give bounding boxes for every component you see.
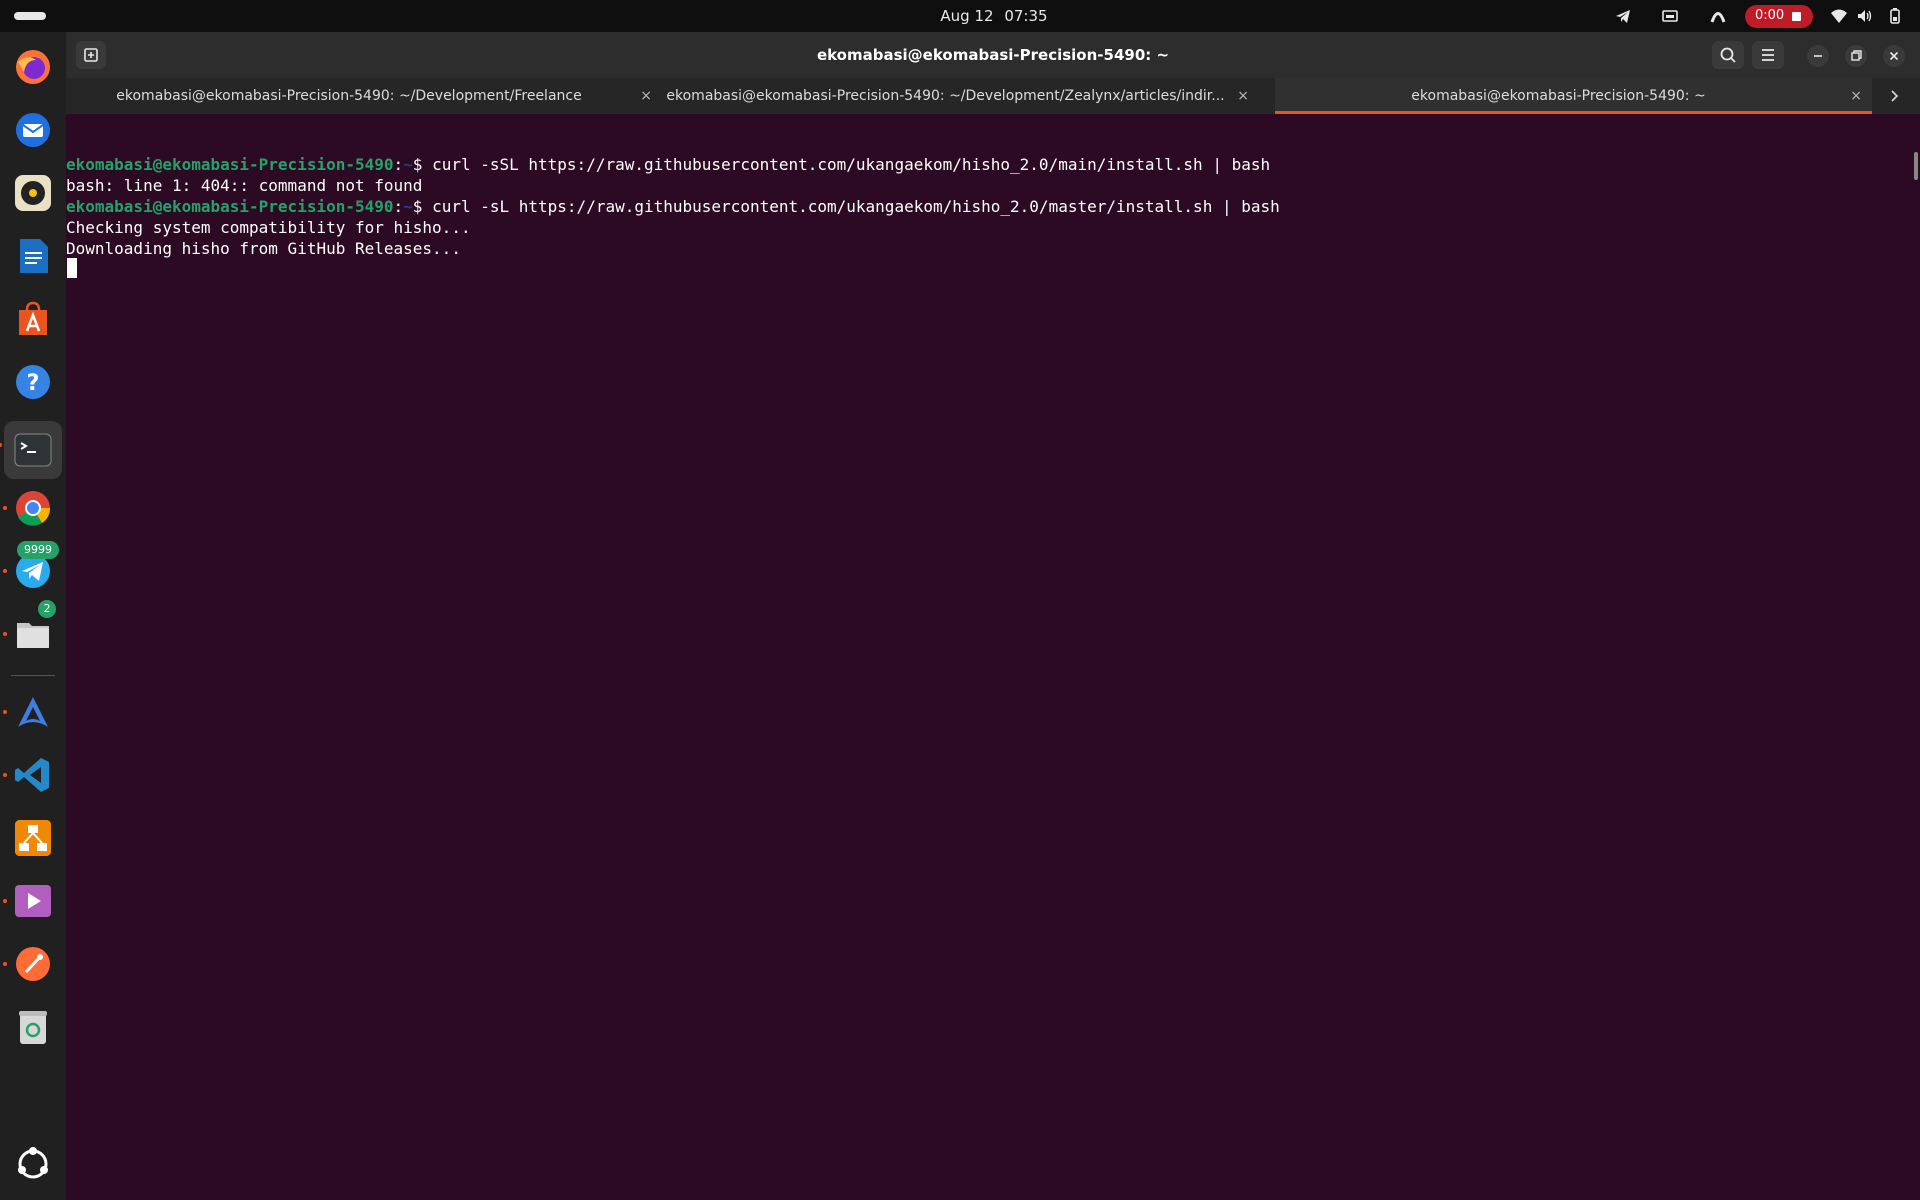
tab-zealynx[interactable]: ekomabasi@ekomabasi-Precision-5490: ~/De… xyxy=(662,78,1259,114)
help-icon: ? xyxy=(16,365,50,399)
menu-button[interactable] xyxy=(1752,41,1784,69)
rhythmbox-icon xyxy=(15,175,51,211)
dock-item-writer[interactable] xyxy=(9,232,57,280)
stop-icon xyxy=(1792,12,1801,21)
close-icon xyxy=(1889,51,1899,61)
running-indicator xyxy=(3,962,7,966)
dock-item-rhythmbox[interactable] xyxy=(9,169,57,217)
terminal-cursor xyxy=(67,258,77,278)
restore-icon xyxy=(1851,50,1862,61)
dock-item-vscode[interactable] xyxy=(3,751,57,799)
minimize-button[interactable] xyxy=(1807,45,1829,67)
trash-icon xyxy=(19,1011,47,1044)
wifi-icon[interactable] xyxy=(1830,7,1848,25)
clock[interactable]: Aug 12 07:35 xyxy=(0,0,1920,32)
media-player-icon xyxy=(15,885,51,917)
top-bar: Aug 12 07:35 0:00 xyxy=(0,0,1920,32)
screen-icon[interactable] xyxy=(1661,7,1679,25)
volume-icon[interactable] xyxy=(1856,7,1874,25)
tab-overflow-button[interactable] xyxy=(1884,87,1904,105)
dock-item-thunderbird[interactable] xyxy=(9,106,57,154)
dock-item-trash[interactable] xyxy=(9,1003,57,1051)
dock-separator xyxy=(11,675,55,676)
search-icon xyxy=(1720,47,1736,63)
running-indicator xyxy=(3,710,7,714)
dock-item-diagram-app[interactable] xyxy=(9,814,57,862)
diagram-app-icon xyxy=(15,820,51,856)
tab-label: ekomabasi@ekomabasi-Precision-5490: ~ xyxy=(1411,88,1706,104)
dock-item-terminal[interactable] xyxy=(0,421,62,479)
running-indicator xyxy=(3,899,7,903)
screen-recording-indicator[interactable]: 0:00 xyxy=(1745,5,1813,28)
running-indicator xyxy=(3,773,7,777)
tab-home[interactable]: ekomabasi@ekomabasi-Precision-5490: ~ × xyxy=(1275,78,1872,114)
terminal-output[interactable]: ekomabasi@ekomabasi-Precision-5490:~$ cu… xyxy=(66,114,1920,1200)
tab-close-icon[interactable]: × xyxy=(1850,78,1862,114)
chrome-icon xyxy=(16,491,51,526)
dock-item-app-center[interactable] xyxy=(9,295,57,343)
terminal-line: Checking system compatibility for hisho.… xyxy=(66,218,471,237)
dock-item-show-apps[interactable] xyxy=(9,1140,57,1188)
window-title: ekomabasi@ekomabasi-Precision-5490: ~ xyxy=(816,46,1170,64)
terminal-window: ekomabasi@ekomabasi-Precision-5490: ~ ek… xyxy=(66,32,1920,1200)
dock-item-telegram[interactable]: 9999 xyxy=(3,541,59,595)
recording-time: 0:00 xyxy=(1755,8,1785,23)
writer-icon xyxy=(20,239,48,273)
scrollbar[interactable] xyxy=(1914,152,1918,180)
hamburger-menu-icon xyxy=(1762,49,1774,61)
app-center-icon xyxy=(19,301,47,335)
dock-item-postman[interactable] xyxy=(3,940,57,988)
tab-close-icon[interactable]: × xyxy=(640,78,652,114)
terminal-line: bash: line 1: 404:: command not found xyxy=(66,176,423,195)
tab-bar: ekomabasi@ekomabasi-Precision-5490: ~/De… xyxy=(66,78,1920,114)
firefox-icon xyxy=(16,50,50,84)
search-button[interactable] xyxy=(1712,41,1744,69)
dock-item-files[interactable]: 2 xyxy=(3,600,57,658)
thunderbird-icon xyxy=(16,113,50,147)
dock-item-media-player[interactable] xyxy=(3,877,57,925)
running-indicator xyxy=(0,443,2,447)
restore-button[interactable] xyxy=(1845,45,1867,67)
tab-label: ekomabasi@ekomabasi-Precision-5490: ~/De… xyxy=(666,88,1225,104)
tab-close-icon[interactable]: × xyxy=(1237,78,1249,114)
arch-like-app-icon xyxy=(18,697,48,727)
running-indicator xyxy=(3,506,7,510)
telegram-badge: 9999 xyxy=(17,541,59,559)
dock: ? 9999 2 xyxy=(0,32,66,1200)
dock-item-help[interactable]: ? xyxy=(9,358,57,406)
svg-text:?: ? xyxy=(27,371,40,396)
clock-date: Aug 12 xyxy=(940,7,994,25)
postman-icon xyxy=(16,947,50,981)
chevron-right-icon xyxy=(1891,90,1899,102)
show-apps-icon xyxy=(18,1147,48,1179)
minimize-icon xyxy=(1814,55,1822,57)
close-button[interactable] xyxy=(1883,45,1905,67)
battery-icon[interactable] xyxy=(1886,7,1904,25)
terminal-line: Downloading hisho from GitHub Releases..… xyxy=(66,239,461,258)
header-bar: ekomabasi@ekomabasi-Precision-5490: ~ xyxy=(66,32,1920,78)
network-arc-icon[interactable] xyxy=(1709,7,1727,25)
files-icon xyxy=(17,623,49,648)
tab-freelance[interactable]: ekomabasi@ekomabasi-Precision-5490: ~/De… xyxy=(66,78,662,114)
telegram-icon[interactable] xyxy=(1614,7,1632,25)
terminal-line: ekomabasi@ekomabasi-Precision-5490:~$ cu… xyxy=(66,155,1271,174)
terminal-line: ekomabasi@ekomabasi-Precision-5490:~$ cu… xyxy=(66,197,1280,216)
vscode-icon xyxy=(15,758,49,792)
clock-time: 07:35 xyxy=(1004,7,1048,25)
dock-item-firefox[interactable] xyxy=(9,43,57,91)
tab-label: ekomabasi@ekomabasi-Precision-5490: ~/De… xyxy=(116,88,582,104)
dock-item-arch-like-app[interactable] xyxy=(3,688,57,736)
files-badge: 2 xyxy=(38,600,56,618)
dock-item-chrome[interactable] xyxy=(3,484,57,532)
terminal-icon xyxy=(14,433,52,467)
running-indicator xyxy=(3,569,7,573)
running-indicator xyxy=(3,632,7,636)
